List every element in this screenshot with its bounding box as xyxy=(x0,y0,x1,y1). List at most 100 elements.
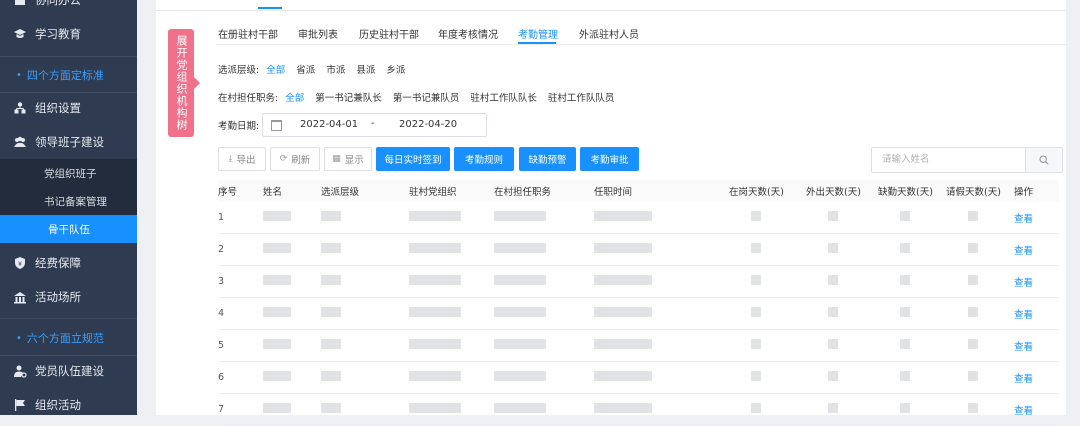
redacted-cell xyxy=(878,265,946,298)
view-link[interactable]: 查看 xyxy=(1014,342,1033,353)
redacted-cell xyxy=(946,233,1014,266)
view-link[interactable]: 查看 xyxy=(1014,246,1033,257)
redacted-value xyxy=(594,371,652,381)
redacted-value xyxy=(828,371,838,381)
sidebar-sub-party-team[interactable]: 党组织班子 xyxy=(0,159,137,187)
redacted-cell xyxy=(594,329,729,362)
display-button[interactable]: ▦ 显示 xyxy=(324,147,372,171)
search-button[interactable] xyxy=(1025,148,1062,172)
col-header: 在村担任职务 xyxy=(494,180,594,202)
col-header: 请假天数(天) xyxy=(946,180,1014,202)
tab-history-cadres[interactable]: 历史驻村干部 xyxy=(359,26,419,41)
redacted-cell xyxy=(594,265,729,298)
redacted-cell xyxy=(729,393,806,426)
filter-level-option[interactable]: 县派 xyxy=(356,65,375,76)
redacted-cell xyxy=(878,361,946,394)
redacted-cell xyxy=(594,233,729,266)
row-number: 5 xyxy=(218,329,263,362)
date-separator: - xyxy=(371,118,375,129)
grid-icon: ▦ xyxy=(332,154,341,164)
col-header: 选派层级 xyxy=(321,180,409,202)
filter-level-option[interactable]: 乡派 xyxy=(386,65,405,76)
graduation-cap-icon xyxy=(13,27,27,41)
shield-icon: ¥ xyxy=(13,256,27,270)
sidebar-item-venue[interactable]: 活动场所 xyxy=(0,280,137,314)
tab-attendance[interactable]: 考勤管理 xyxy=(518,26,558,41)
table-row: 4 查看 xyxy=(218,297,1059,330)
attendance-approval-button[interactable]: 考勤审批 xyxy=(580,147,639,171)
redacted-value xyxy=(409,243,461,253)
redacted-cell xyxy=(594,297,729,330)
redacted-cell xyxy=(878,393,946,426)
sidebar-sub-secretary-filing[interactable]: 书记备案管理 xyxy=(0,187,137,215)
sidebar-item-org-setup[interactable]: 组织设置 xyxy=(0,91,137,125)
filter-level-label: 选派层级: xyxy=(218,65,260,76)
sidebar-item-member-team[interactable]: 党员队伍建设 xyxy=(0,354,137,388)
table-body: 1 查看 2 查看 3 查看 4 查看 5 查看 6 查看 7 查看 xyxy=(218,202,1059,426)
date-end[interactable]: 2022-04-20 xyxy=(399,119,457,130)
filter-position-option[interactable]: 第一书记兼队长 xyxy=(315,93,382,104)
filter-level-option[interactable]: 省派 xyxy=(296,65,315,76)
tab-annual-assessment[interactable]: 年度考核情况 xyxy=(438,26,498,41)
row-action-cell: 查看 xyxy=(1014,329,1059,362)
filter-level-option[interactable]: 全部 xyxy=(266,65,285,76)
view-link[interactable]: 查看 xyxy=(1014,310,1033,321)
sidebar-sub-backbone[interactable]: 骨干队伍 xyxy=(0,215,137,243)
sidebar-section-norms[interactable]: • 六个方面立规范 xyxy=(0,321,137,355)
redacted-cell xyxy=(409,297,494,330)
view-link[interactable]: 查看 xyxy=(1014,214,1033,225)
tabs-divider xyxy=(216,44,1066,45)
daily-checkin-button[interactable]: 每日实时签到 xyxy=(376,147,450,171)
redacted-cell xyxy=(263,233,321,266)
sidebar-item-study[interactable]: 学习教育 xyxy=(0,17,137,51)
attendance-rules-button[interactable]: 考勤规则 xyxy=(454,147,514,171)
redacted-value xyxy=(321,371,341,381)
filter-position-option[interactable]: 驻村工作队队长 xyxy=(470,93,537,104)
table-header-row: 序号 姓名 选派层级 驻村党组织 在村担任职务 任职时间 在岗天数(天) 外出天… xyxy=(218,180,1059,202)
redacted-value xyxy=(751,243,761,253)
redacted-cell xyxy=(806,297,878,330)
view-link[interactable]: 查看 xyxy=(1014,374,1033,385)
redacted-value xyxy=(263,243,291,253)
redacted-value xyxy=(494,403,546,413)
sidebar-item-office[interactable]: 协同办公 xyxy=(0,0,137,17)
date-range-picker[interactable]: 2022-04-01 - 2022-04-20 xyxy=(262,113,487,137)
sidebar-section-standards[interactable]: • 四个方面定标准 xyxy=(0,58,137,92)
refresh-button[interactable]: ⟳ 刷新 xyxy=(270,147,320,171)
redacted-value xyxy=(594,275,652,285)
filter-position-option[interactable]: 驻村工作队队员 xyxy=(548,93,615,104)
redacted-value xyxy=(409,403,461,413)
redacted-value xyxy=(751,339,761,349)
tab-external-staff[interactable]: 外派驻村人员 xyxy=(579,26,639,41)
redacted-value xyxy=(828,339,838,349)
redacted-value xyxy=(751,403,761,413)
redacted-value xyxy=(263,339,291,349)
redacted-cell xyxy=(946,265,1014,298)
redacted-value xyxy=(494,275,546,285)
redacted-value xyxy=(321,275,341,285)
office-icon xyxy=(13,0,27,7)
redacted-cell xyxy=(494,393,594,426)
tab-approval-list[interactable]: 审批列表 xyxy=(298,26,338,41)
filter-position-option[interactable]: 全部 xyxy=(285,93,304,104)
filter-level-option[interactable]: 市派 xyxy=(326,65,345,76)
redacted-cell xyxy=(806,265,878,298)
redacted-value xyxy=(968,243,978,253)
filter-position-option[interactable]: 第一书记兼队员 xyxy=(393,93,460,104)
row-number: 6 xyxy=(218,361,263,394)
redacted-value xyxy=(263,403,291,413)
redacted-value xyxy=(900,371,910,381)
tab-registered-cadres[interactable]: 在册驻村干部 xyxy=(218,26,278,41)
search-input[interactable] xyxy=(872,148,1042,170)
sidebar-item-leadership[interactable]: 领导班子建设 xyxy=(0,125,137,159)
export-button[interactable]: ⤓ 导出 xyxy=(218,147,266,171)
filter-position: 在村担任职务: 全部 第一书记兼队长 第一书记兼队员 驻村工作队队长 驻村工作队… xyxy=(218,90,622,104)
date-start[interactable]: 2022-04-01 xyxy=(300,119,358,130)
col-header: 任职时间 xyxy=(594,180,729,202)
absence-warning-button[interactable]: 缺勤预警 xyxy=(519,147,576,171)
view-link[interactable]: 查看 xyxy=(1014,278,1033,289)
sidebar-item-funding[interactable]: ¥ 经费保障 xyxy=(0,246,137,280)
sidebar-item-org-activity[interactable]: 组织活动 xyxy=(0,388,137,415)
redacted-value xyxy=(900,243,910,253)
expand-org-tree-button[interactable]: 展开党组织机构树 xyxy=(168,29,200,137)
